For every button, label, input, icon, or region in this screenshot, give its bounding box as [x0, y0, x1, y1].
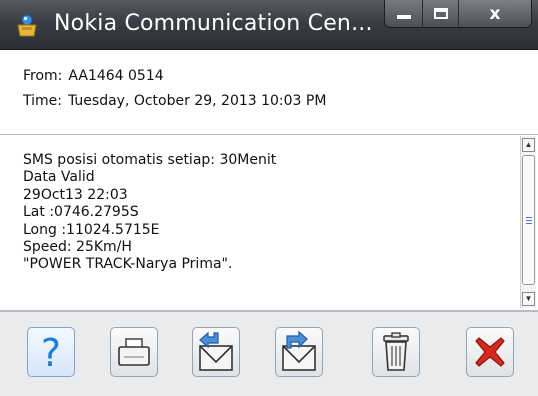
print-button[interactable]: [110, 327, 158, 377]
grip-icon: [526, 217, 532, 224]
nokia-app-icon: [17, 14, 37, 37]
window-title: Nokia Communication Cen...: [54, 11, 373, 36]
close-x-icon: x: [489, 3, 501, 24]
maximize-button[interactable]: [423, 0, 459, 27]
print-icon: [118, 338, 150, 366]
reply-button[interactable]: [192, 327, 240, 377]
message-body-area[interactable]: SMS posisi otomatis setiap: 30Menit Data…: [0, 136, 538, 308]
bottom-toolbar: ?: [0, 310, 538, 396]
help-icon: ?: [40, 331, 62, 375]
reply-icon: [199, 331, 233, 371]
time-line: Time: Tuesday, October 29, 2013 10:03 PM: [23, 93, 326, 109]
scroll-thumb[interactable]: [522, 155, 535, 285]
close-icon: [475, 337, 505, 367]
window-controls: x: [384, 0, 532, 28]
close-message-button[interactable]: [466, 327, 514, 377]
scroll-up-button[interactable]: ▲: [522, 138, 535, 152]
title-bar: Nokia Communication Cen... x: [0, 0, 538, 50]
maximize-icon: [433, 8, 448, 19]
delete-button[interactable]: [372, 327, 420, 377]
arrow-up-icon: ▲: [524, 140, 533, 149]
from-line: From: AA1464 0514: [23, 68, 164, 84]
minimize-button[interactable]: [385, 0, 424, 27]
delete-icon: [383, 332, 409, 371]
time-label: Time:: [23, 93, 62, 109]
window-close-button[interactable]: x: [459, 0, 531, 27]
from-label: From:: [23, 68, 63, 84]
minimize-icon: [396, 14, 411, 19]
vertical-scrollbar[interactable]: ▲ ▼: [520, 136, 536, 308]
forward-icon: [282, 330, 316, 371]
from-value: AA1464 0514: [68, 68, 164, 84]
forward-button[interactable]: [275, 327, 323, 377]
help-button[interactable]: ?: [27, 327, 75, 377]
arrow-down-icon: ▼: [524, 294, 533, 303]
scroll-down-button[interactable]: ▼: [522, 292, 535, 306]
message-header: From: AA1464 0514 Time: Tuesday, October 2…: [0, 51, 538, 135]
message-body-text: SMS posisi otomatis setiap: 30Menit Data…: [23, 152, 277, 273]
time-value: Tuesday, October 29, 2013 10:03 PM: [67, 93, 327, 109]
